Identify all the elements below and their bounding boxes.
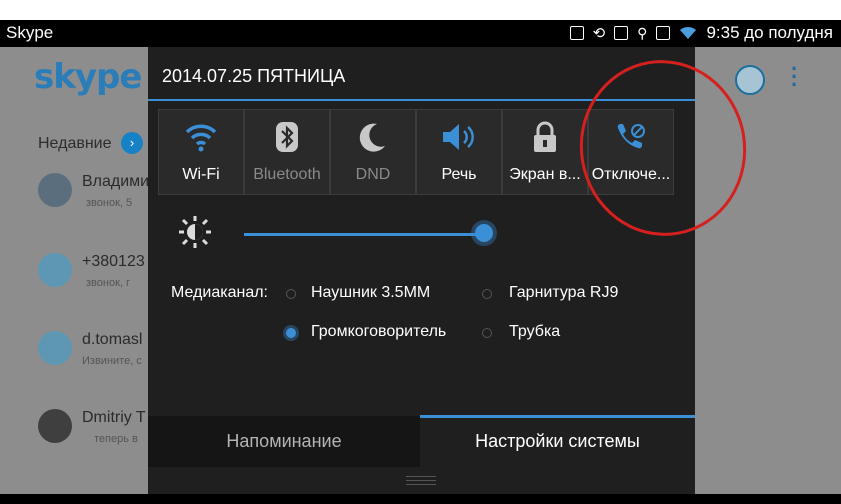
radio-headphone[interactable] (286, 289, 296, 299)
moon-icon (331, 120, 415, 154)
radio-handset[interactable] (482, 328, 492, 338)
contact-sub: звонок, 5 (86, 197, 133, 209)
tile-screen-lock[interactable]: Экран в... (502, 109, 588, 195)
bluetooth-icon (245, 120, 329, 154)
recent-arrow-icon[interactable]: › (121, 132, 143, 154)
tile-speech[interactable]: Речь (416, 109, 502, 195)
contact-name[interactable]: Владими (82, 173, 149, 191)
brightness-slider-knob[interactable] (475, 224, 493, 242)
bottom-bar (0, 494, 841, 504)
wifi-icon (159, 120, 243, 154)
radio-label[interactable]: Громкоговоритель (311, 323, 446, 341)
status-icons: ⟲ ⚲ 9:35 до полудня (569, 23, 833, 43)
tile-label: Экран в... (509, 166, 581, 183)
tile-label: Речь (441, 166, 477, 183)
radio-headset-rj9[interactable] (482, 289, 492, 299)
calendar-icon (656, 26, 671, 40)
status-bar: Skype ⟲ ⚲ 9:35 до полудня (0, 20, 841, 47)
sync-icon: ⟲ (592, 25, 606, 42)
contact-name[interactable]: +380123 (82, 253, 145, 271)
tab-system-settings[interactable]: Настройки системы (420, 416, 695, 467)
avatar (38, 253, 72, 287)
date-label: 2014.07.25 ПЯТНИЦА (162, 66, 346, 86)
status-app-name: Skype (6, 23, 54, 42)
contact-sub: теперь в (94, 433, 138, 445)
tile-dnd[interactable]: DND (330, 109, 416, 195)
radio-label[interactable]: Наушник 3.5MM (311, 284, 430, 302)
drag-handle-line (406, 480, 436, 481)
brightness-icon[interactable] (178, 215, 212, 254)
brightness-slider-track[interactable] (244, 233, 489, 236)
profile-icon[interactable] (735, 65, 765, 95)
contact-name[interactable]: Dmitriy T (82, 409, 146, 427)
avatar (38, 409, 72, 443)
tile-bluetooth[interactable]: Bluetooth (244, 109, 330, 195)
overflow-menu-icon[interactable]: · · · (791, 58, 798, 96)
contact-sub: звонок, г (86, 277, 131, 289)
tab-reminder[interactable]: Напоминание (148, 416, 420, 467)
avatar (38, 331, 72, 365)
tile-label: DND (355, 166, 391, 183)
tile-label: Bluetooth (253, 166, 321, 183)
skype-logo: skype (34, 57, 142, 97)
radio-label[interactable]: Гарнитура RJ9 (509, 284, 618, 302)
media-channel-label: Медиаканал: (171, 284, 268, 301)
contact-sub: Извините, с (82, 355, 142, 367)
contact-name[interactable]: d.tomasl (82, 331, 142, 349)
image-icon (569, 26, 584, 40)
usb-icon: ⚲ (637, 24, 648, 41)
speaker-icon (417, 120, 501, 154)
radio-speaker[interactable] (286, 328, 296, 338)
lock-icon (503, 120, 587, 154)
wifi-status-icon (680, 26, 697, 39)
avatar (38, 173, 72, 207)
radio-label[interactable]: Трубка (509, 323, 560, 341)
tab-active-indicator (420, 415, 695, 418)
status-time: 9:35 до полудня (706, 23, 833, 42)
recent-label: Недавние (38, 135, 112, 152)
briefcase-icon (614, 26, 629, 40)
tile-label: Wi-Fi (182, 166, 220, 183)
tile-wifi[interactable]: Wi-Fi (158, 109, 244, 195)
